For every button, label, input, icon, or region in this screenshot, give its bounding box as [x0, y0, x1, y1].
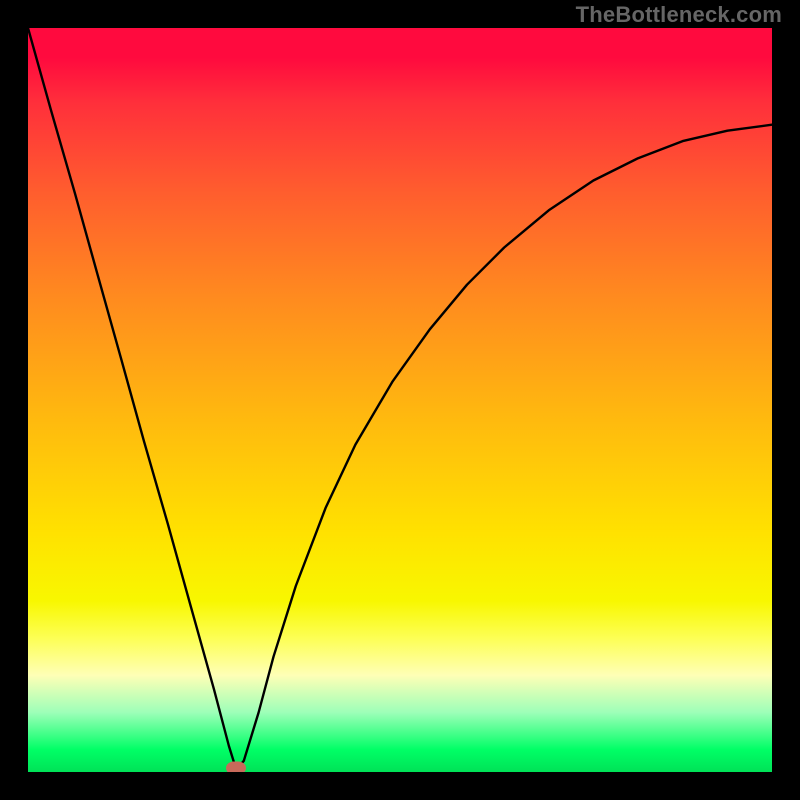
watermark-text: TheBottleneck.com — [576, 2, 782, 28]
plot-area — [28, 28, 772, 772]
chart-frame: TheBottleneck.com — [0, 0, 800, 800]
bottleneck-curve — [28, 28, 772, 772]
optimal-point-marker — [226, 762, 246, 772]
